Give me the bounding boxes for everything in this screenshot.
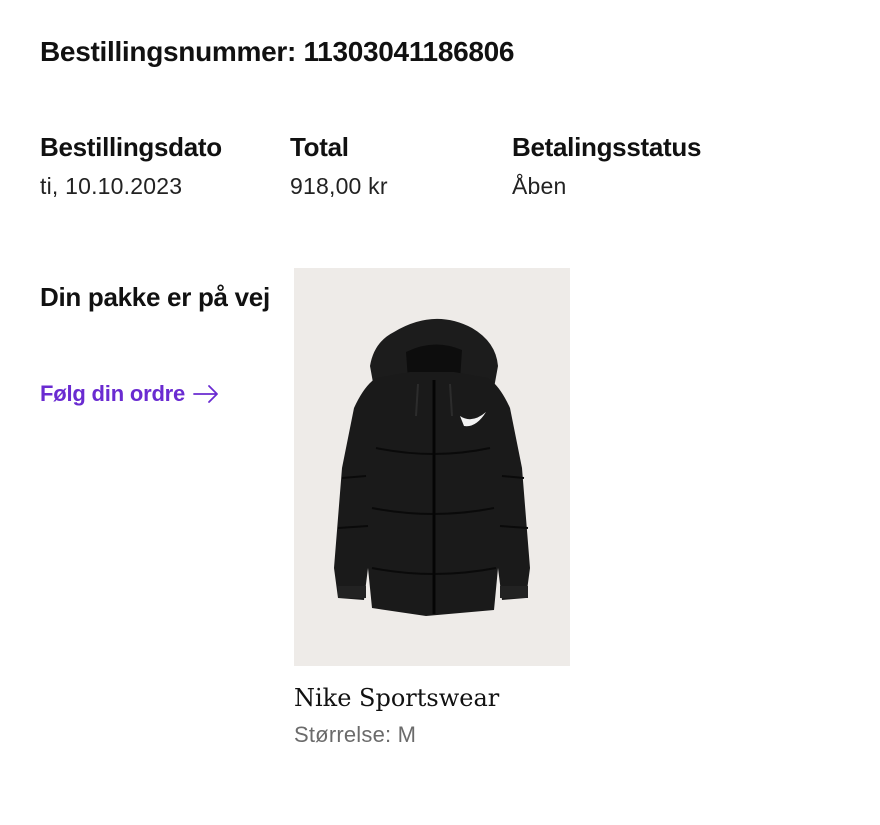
track-order-link[interactable]: Følg din ordre [40,381,219,407]
payment-status-label: Betalingsstatus [512,132,702,162]
order-date-label: Bestillingsdato [40,132,222,162]
order-total-value: 918,00 kr [290,173,388,199]
payment-status-value: Åben [512,173,567,199]
arrow-right-icon [193,385,218,403]
product-image[interactable] [294,268,570,666]
order-number-title: Bestillingsnummer: 11303041186806 [40,36,515,67]
track-order-label: Følg din ordre [40,381,186,406]
order-total-label: Total [290,132,349,162]
shipment-status-heading: Din pakke er på vej [40,282,270,312]
product-size: Størrelse: M [294,722,417,747]
order-date-value: ti, 10.10.2023 [40,173,183,199]
product-brand[interactable]: Nike Sportswear [294,684,499,712]
jacket-image [334,318,530,616]
